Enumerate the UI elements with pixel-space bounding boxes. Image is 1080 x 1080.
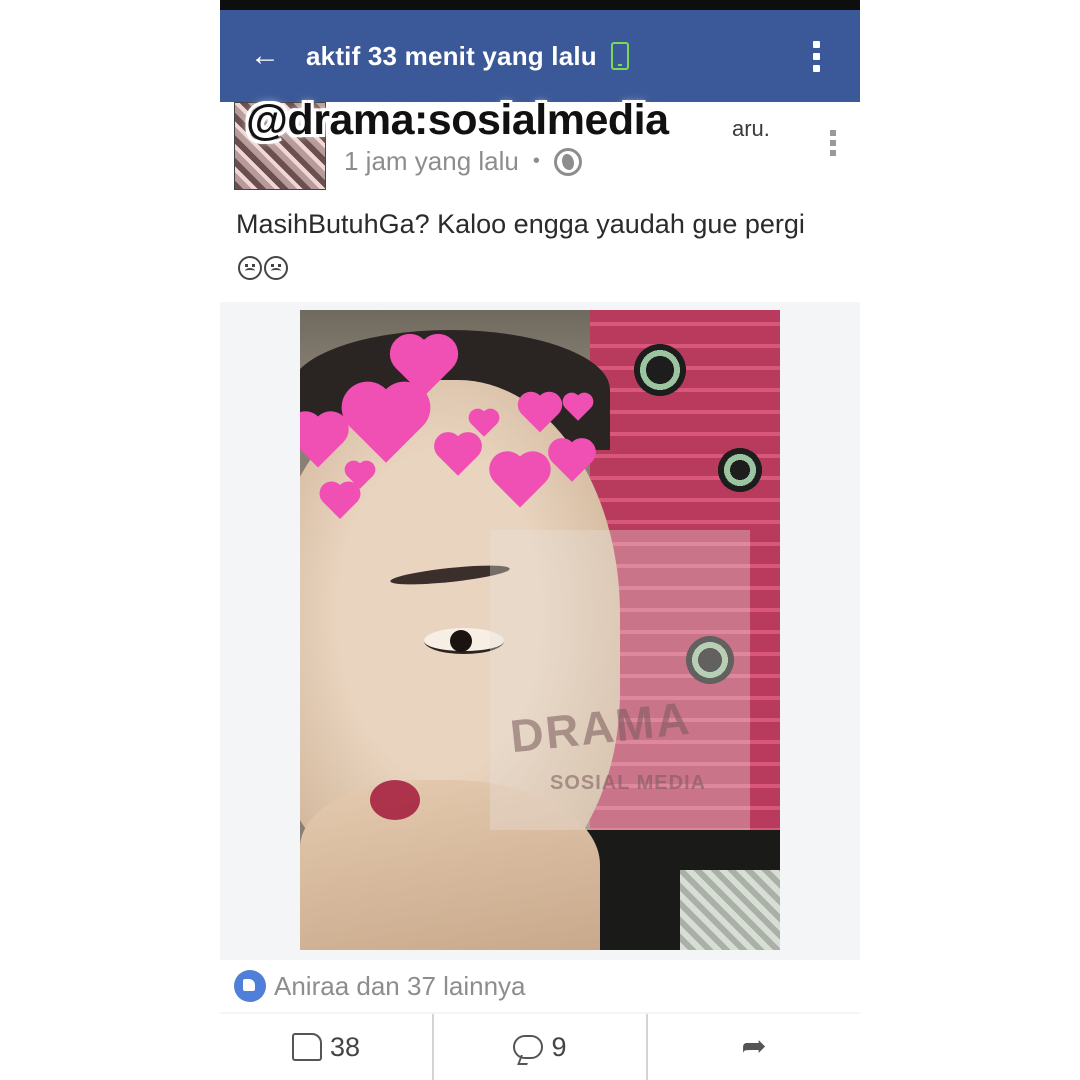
crying-face-icon (238, 256, 262, 280)
neutral-face-icon (264, 256, 288, 280)
post-meta: 1 jam yang lalu • (344, 146, 582, 177)
photo-cloth (680, 870, 780, 950)
watermark-logo-subtitle: SOSIAL MEDIA (550, 772, 707, 794)
post-photo[interactable]: DRAMA SOSIAL MEDIA (300, 310, 780, 950)
top-app-bar: ← aktif 33 menit yang lalu (220, 10, 860, 102)
comment-button[interactable]: 9 (432, 1014, 646, 1080)
photo-blood (370, 780, 420, 820)
like-badge-icon (234, 970, 266, 1002)
meta-separator: • (532, 150, 540, 172)
like-count: 38 (329, 1031, 361, 1062)
post-body: MasihButuhGa? Kaloo engga yaudah gue per… (236, 209, 805, 239)
comment-icon (513, 1035, 544, 1059)
reactions-text: Aniraa dan 37 lainnya (274, 970, 526, 1001)
post-menu-icon[interactable] (830, 130, 836, 156)
globe-icon (553, 147, 582, 176)
phone-screen: ← aktif 33 menit yang lalu aru. 1 jam ya… (220, 0, 860, 1080)
stage: ← aktif 33 menit yang lalu aru. 1 jam ya… (0, 0, 1080, 1080)
like-button[interactable]: 38 (220, 1014, 432, 1080)
watermark-handle: @drama:sosialmedia (246, 96, 669, 144)
back-arrow-icon[interactable]: ← (250, 41, 294, 71)
post-text: MasihButuhGa? Kaloo engga yaudah gue per… (236, 202, 836, 290)
author-name-fragment[interactable]: aru. (732, 116, 770, 142)
comment-count: 9 (551, 1031, 567, 1062)
share-icon: ➦ (741, 1030, 767, 1063)
reactions-summary[interactable]: Aniraa dan 37 lainnya (220, 960, 860, 1012)
post-timestamp[interactable]: 1 jam yang lalu (344, 146, 519, 177)
post-action-bar: 38 9 ➦ (220, 1014, 860, 1080)
topbar-title: aktif 33 menit yang lalu (306, 40, 597, 71)
phone-icon (610, 42, 629, 70)
like-icon (291, 1033, 322, 1061)
menu-icon[interactable] (813, 40, 820, 72)
share-button[interactable]: ➦ (646, 1014, 860, 1080)
status-bar (220, 0, 860, 10)
